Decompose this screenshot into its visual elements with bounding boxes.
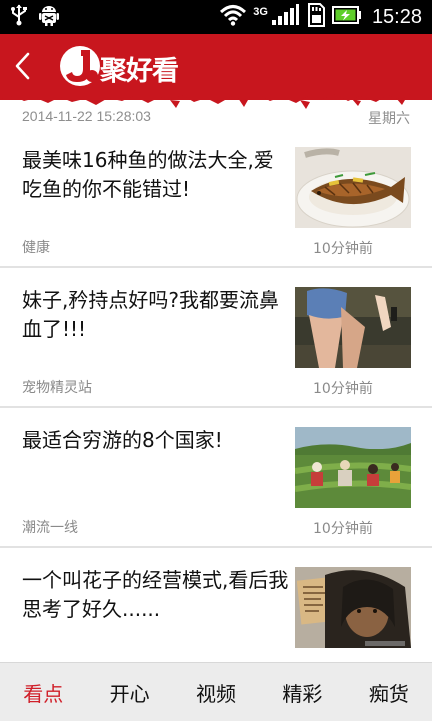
bottom-tab-bar: 看点 开心 视频 精彩 痴货 [0, 662, 432, 721]
usb-icon [10, 4, 28, 30]
news-source: 健康 [22, 240, 50, 256]
news-title: 最美味16种鱼的做法大全,爱吃鱼的你不能错过! [22, 148, 274, 201]
news-thumbnail-tea-pickers [295, 427, 411, 508]
battery-charging-icon [331, 5, 362, 29]
news-list: 最美味16种鱼的做法大全,爱吃鱼的你不能错过! 健康 10分钟前 妹子,矜持点好… [0, 128, 432, 688]
sd-card-icon [306, 3, 326, 31]
news-source: 潮流一线 [22, 520, 78, 536]
tab-jingcai[interactable]: 精彩 [259, 663, 345, 721]
news-title: 一个叫花子的经营模式,看后我思考了好久...... [22, 568, 289, 621]
news-title: 最适合穷游的8个国家! [22, 428, 223, 452]
clock: 15:28 [371, 5, 422, 28]
network-type-label: 3G [253, 6, 268, 18]
tab-shipin[interactable]: 视频 [173, 663, 259, 721]
news-time: 10分钟前 [313, 381, 373, 397]
app-logo: 聚好看 [58, 42, 179, 90]
weekday-label: 星期六 [368, 110, 410, 126]
logo-text: 聚好看 [100, 55, 179, 87]
news-thumbnail-fish-dish [295, 147, 411, 228]
update-timestamp: 2014-11-22 15:28:03 [22, 108, 151, 124]
news-item[interactable]: 最美味16种鱼的做法大全,爱吃鱼的你不能错过! 健康 10分钟前 [0, 128, 432, 268]
date-row: 2014-11-22 15:28:03 星期六 [0, 106, 432, 128]
wifi-icon [219, 4, 247, 30]
tab-kaixin[interactable]: 开心 [86, 663, 172, 721]
news-time: 10分钟前 [313, 521, 373, 537]
back-arrow-icon [15, 52, 30, 80]
news-source: 宠物精灵站 [22, 380, 92, 396]
news-time: 10分钟前 [313, 241, 373, 257]
tab-kandian[interactable]: 看点 [0, 663, 86, 721]
tab-chihuo[interactable]: 痴货 [346, 663, 432, 721]
back-button[interactable] [8, 48, 38, 84]
status-bar: 3G 15:28 [0, 0, 432, 34]
signal-icon [270, 4, 300, 30]
news-thumbnail-beggar-photo [295, 567, 411, 648]
news-item[interactable]: 最适合穷游的8个国家! 潮流一线 10分钟前 [0, 408, 432, 548]
news-title: 妹子,矜持点好吗?我都要流鼻血了!!! [22, 288, 279, 341]
android-debug-icon [38, 3, 60, 31]
app-header: 聚好看 [0, 34, 432, 109]
logo-mark-icon [60, 46, 100, 86]
news-thumbnail-legs-photo [295, 287, 411, 368]
news-item[interactable]: 妹子,矜持点好吗?我都要流鼻血了!!! 宠物精灵站 10分钟前 [0, 268, 432, 408]
